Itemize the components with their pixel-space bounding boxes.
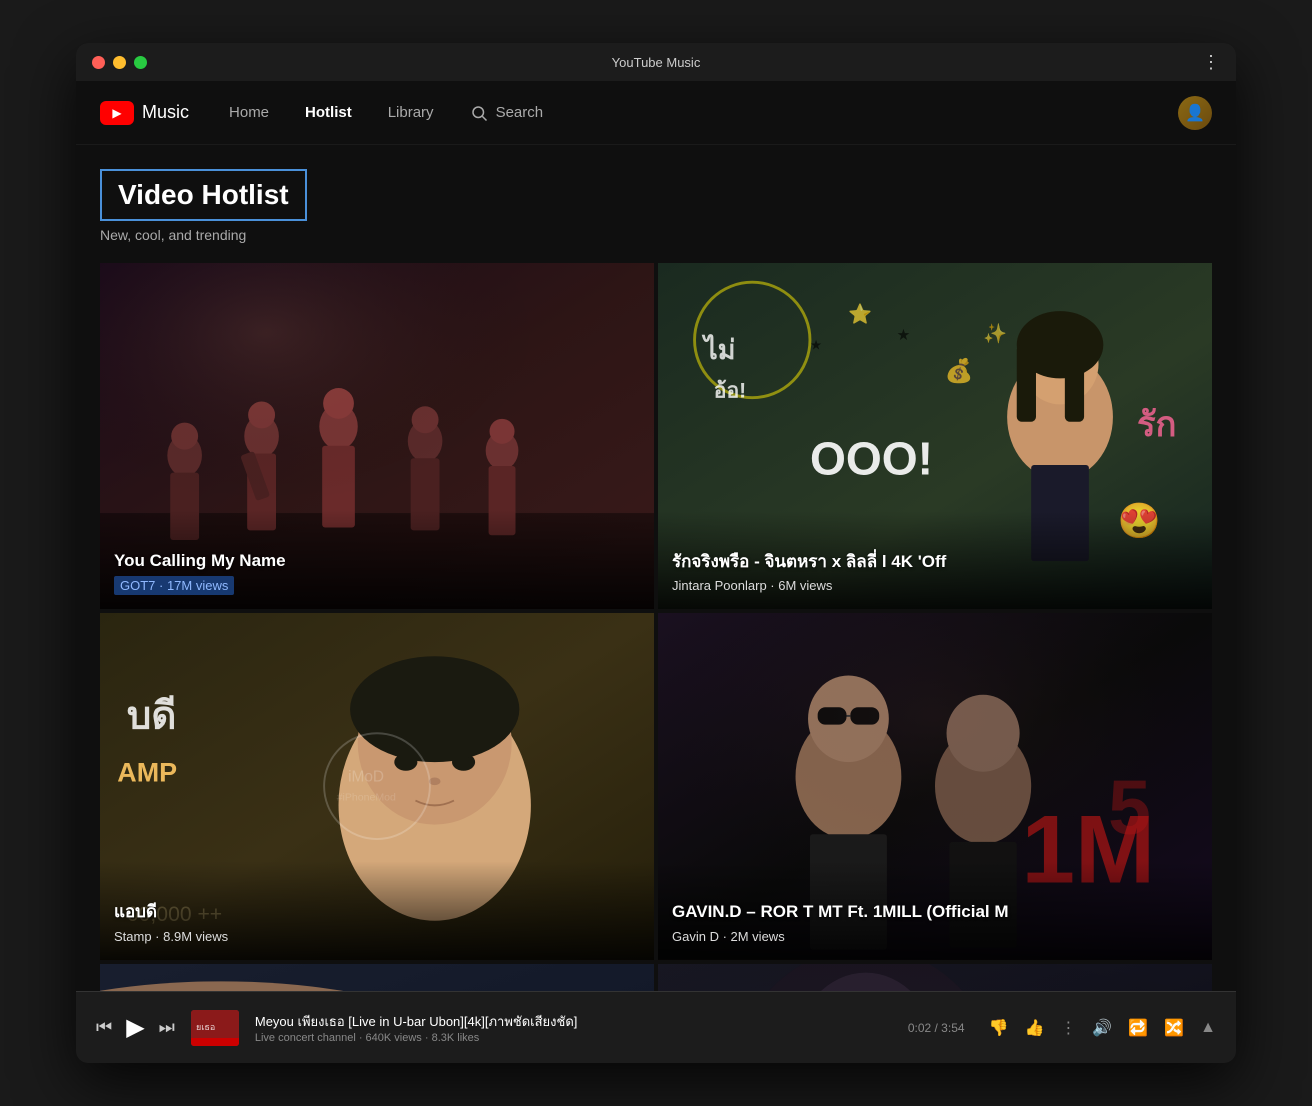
- svg-text:อ้อ!: อ้อ!: [714, 379, 746, 403]
- video-title-2: รักจริงพรือ - จินตหรา x ลิลลี่ l 4K 'Off: [672, 551, 1198, 573]
- video-title-4: GAVIN.D – ROR T MT Ft. 1MILL (Official M: [672, 901, 1198, 923]
- player-bar: ⏮ ▶ ⏭ ยเธอ Meyou เพียงเธอ [Live in U-bar…: [76, 991, 1236, 1063]
- title-bar: YouTube Music ⋮: [76, 43, 1236, 81]
- close-button[interactable]: [92, 56, 105, 69]
- svg-text:บดี: บดี: [127, 695, 176, 738]
- svg-text:#iPhoneMod: #iPhoneMod: [337, 792, 396, 804]
- section-subtitle: New, cool, and trending: [100, 227, 1212, 243]
- video-thumbnail-5: "ยังไงก็ไ SEASO: [100, 964, 654, 992]
- video-meta-1: GOT7 · 17M views: [114, 576, 234, 595]
- logo-icon: [100, 101, 134, 125]
- nav-library[interactable]: Library: [388, 104, 434, 121]
- svg-text:ยเธอ: ยเธอ: [196, 1022, 215, 1032]
- maximize-button[interactable]: [134, 56, 147, 69]
- svg-text:★: ★: [897, 327, 911, 344]
- header: Music Home Hotlist Library Search 👤: [76, 81, 1236, 145]
- video-overlay-1: You Calling My Name GOT7 · 17M views: [100, 510, 654, 609]
- video-meta-2: Jintara Poonlarp · 6M views: [672, 578, 832, 593]
- minimize-button[interactable]: [113, 56, 126, 69]
- more-options-button[interactable]: ⋮: [1060, 1018, 1076, 1038]
- video-thumbnail-6: [658, 964, 1212, 992]
- video-overlay-2: รักจริงพรือ - จินตหรา x ลิลลี่ l 4K 'Off…: [658, 511, 1212, 609]
- nav-home[interactable]: Home: [229, 104, 269, 121]
- video-title-3: แอบดี: [114, 901, 640, 923]
- queue-button[interactable]: ▲: [1200, 1019, 1216, 1037]
- window-title: YouTube Music: [612, 55, 701, 70]
- avatar[interactable]: 👤: [1178, 96, 1212, 130]
- video-card-3[interactable]: iMoD #iPhoneMod บดี AMP 00,000 ++ แอบดี …: [100, 613, 654, 959]
- svg-text:💰: 💰: [945, 357, 974, 384]
- logo: Music: [100, 101, 189, 125]
- svg-text:ไม่: ไม่: [701, 334, 735, 365]
- skip-back-button[interactable]: ⏮: [96, 1017, 112, 1038]
- section-title: Video Hotlist: [100, 169, 307, 221]
- video-meta-3: Stamp · 8.9M views: [114, 929, 228, 944]
- video-card-4[interactable]: 1M 5: [658, 613, 1212, 959]
- player-thumbnail: ยเธอ: [191, 1010, 239, 1046]
- video-overlay-4: GAVIN.D – ROR T MT Ft. 1MILL (Official M…: [658, 861, 1212, 959]
- player-controls: ⏮ ▶ ⏭: [96, 1013, 175, 1042]
- main-content: Video Hotlist New, cool, and trending: [76, 145, 1236, 991]
- logo-text: Music: [142, 102, 189, 123]
- video-card-2[interactable]: ไม่ อ้อ! ⭐ ★ ★ 💰 ✨ OOO! รัก: [658, 263, 1212, 609]
- repeat-button[interactable]: 🔁: [1128, 1018, 1148, 1038]
- window-menu-icon[interactable]: ⋮: [1202, 52, 1220, 73]
- search-label: Search: [496, 104, 544, 121]
- video-card-1[interactable]: You Calling My Name GOT7 · 17M views: [100, 263, 654, 609]
- search-button[interactable]: Search: [470, 104, 544, 122]
- dislike-button[interactable]: 👎: [989, 1018, 1009, 1038]
- like-button[interactable]: 👍: [1024, 1018, 1044, 1038]
- player-song-title: Meyou เพียงเธอ [Live in U-bar Ubon][4k][…: [255, 1011, 892, 1032]
- video-card-6[interactable]: [658, 964, 1212, 992]
- main-nav: Home Hotlist Library Search: [229, 104, 1178, 122]
- svg-text:iMoD: iMoD: [348, 769, 384, 786]
- skip-forward-button[interactable]: ⏭: [159, 1017, 175, 1038]
- app-window: YouTube Music ⋮ Music Home Hotlist Libra…: [76, 43, 1236, 1063]
- play-button[interactable]: ▶: [126, 1013, 144, 1042]
- svg-text:★: ★: [810, 338, 822, 353]
- video-title-1: You Calling My Name: [114, 550, 640, 572]
- svg-text:รัก: รัก: [1137, 406, 1177, 444]
- search-icon: [470, 104, 488, 122]
- video-meta-4: Gavin D · 2M views: [672, 929, 785, 944]
- video-card-5[interactable]: "ยังไงก็ไ SEASO: [100, 964, 654, 992]
- svg-text:⭐: ⭐: [848, 303, 872, 326]
- player-info: Meyou เพียงเธอ [Live in U-bar Ubon][4k][…: [255, 1011, 892, 1044]
- volume-button[interactable]: 🔊: [1092, 1018, 1112, 1038]
- video-overlay-3: แอบดี Stamp · 8.9M views: [100, 861, 654, 959]
- traffic-lights: [92, 56, 147, 69]
- shuffle-button[interactable]: 🔀: [1164, 1018, 1184, 1038]
- nav-hotlist[interactable]: Hotlist: [305, 104, 352, 121]
- svg-text:AMP: AMP: [117, 758, 177, 788]
- svg-text:OOO!: OOO!: [810, 433, 933, 485]
- player-time: 0:02 / 3:54: [908, 1021, 965, 1035]
- video-grid: You Calling My Name GOT7 · 17M views: [100, 263, 1212, 991]
- player-actions: 👎 👍 ⋮ 🔊 🔁 🔀 ▲: [989, 1018, 1216, 1038]
- svg-text:✨: ✨: [983, 323, 1007, 345]
- player-song-sub: Live concert channel · 640K views · 8.3K…: [255, 1032, 892, 1044]
